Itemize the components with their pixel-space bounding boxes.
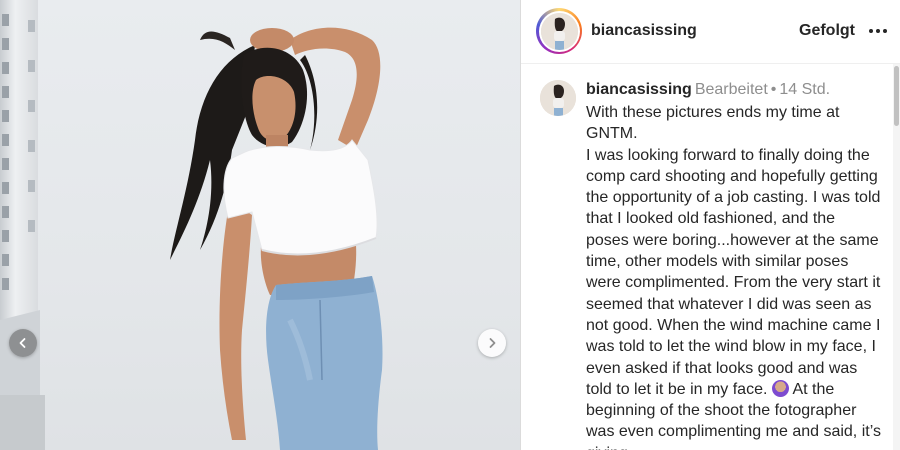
comment-avatar[interactable] [540, 80, 576, 116]
following-button[interactable]: Gefolgt [799, 22, 855, 40]
chevron-right-icon [489, 338, 496, 348]
post-header: biancasissing Gefolgt [521, 0, 900, 64]
avatar [540, 12, 578, 50]
comments-scrollbar[interactable] [893, 64, 900, 450]
comment-username[interactable]: biancasissing [586, 81, 692, 98]
comment-meta: biancasissing Bearbeitet • 14 Std. [586, 81, 830, 99]
caption-line: With these pictures ends my time at GNTM… [586, 104, 840, 143]
post-sidebar: biancasissing Gefolgt biancasissing Bearb… [520, 0, 900, 450]
post-media[interactable] [0, 0, 520, 450]
carousel-prev-button[interactable] [9, 329, 37, 357]
edited-label: Bearbeitet [694, 81, 768, 98]
caption-paragraph: I was looking forward to finally doing t… [586, 145, 882, 450]
person-shrugging-emoji-icon [771, 379, 789, 397]
caption-text: With these pictures ends my time at GNTM… [586, 102, 882, 450]
story-ring[interactable] [536, 8, 582, 54]
more-horizontal-icon [869, 29, 887, 33]
more-options-button[interactable] [868, 21, 888, 41]
caption-line: I was looking forward to finally doing t… [586, 146, 881, 398]
post-author-username[interactable]: biancasissing [591, 22, 697, 40]
carousel-next-button[interactable] [478, 329, 506, 357]
chevron-left-icon [19, 338, 26, 348]
comment-timestamp[interactable]: 14 Std. [779, 81, 830, 98]
scrollbar-thumb[interactable] [894, 66, 899, 126]
post-photo [0, 27, 383, 450]
meta-separator: • [770, 81, 777, 98]
caption-comment: biancasissing Bearbeitet • 14 Std. With the… [521, 64, 900, 450]
